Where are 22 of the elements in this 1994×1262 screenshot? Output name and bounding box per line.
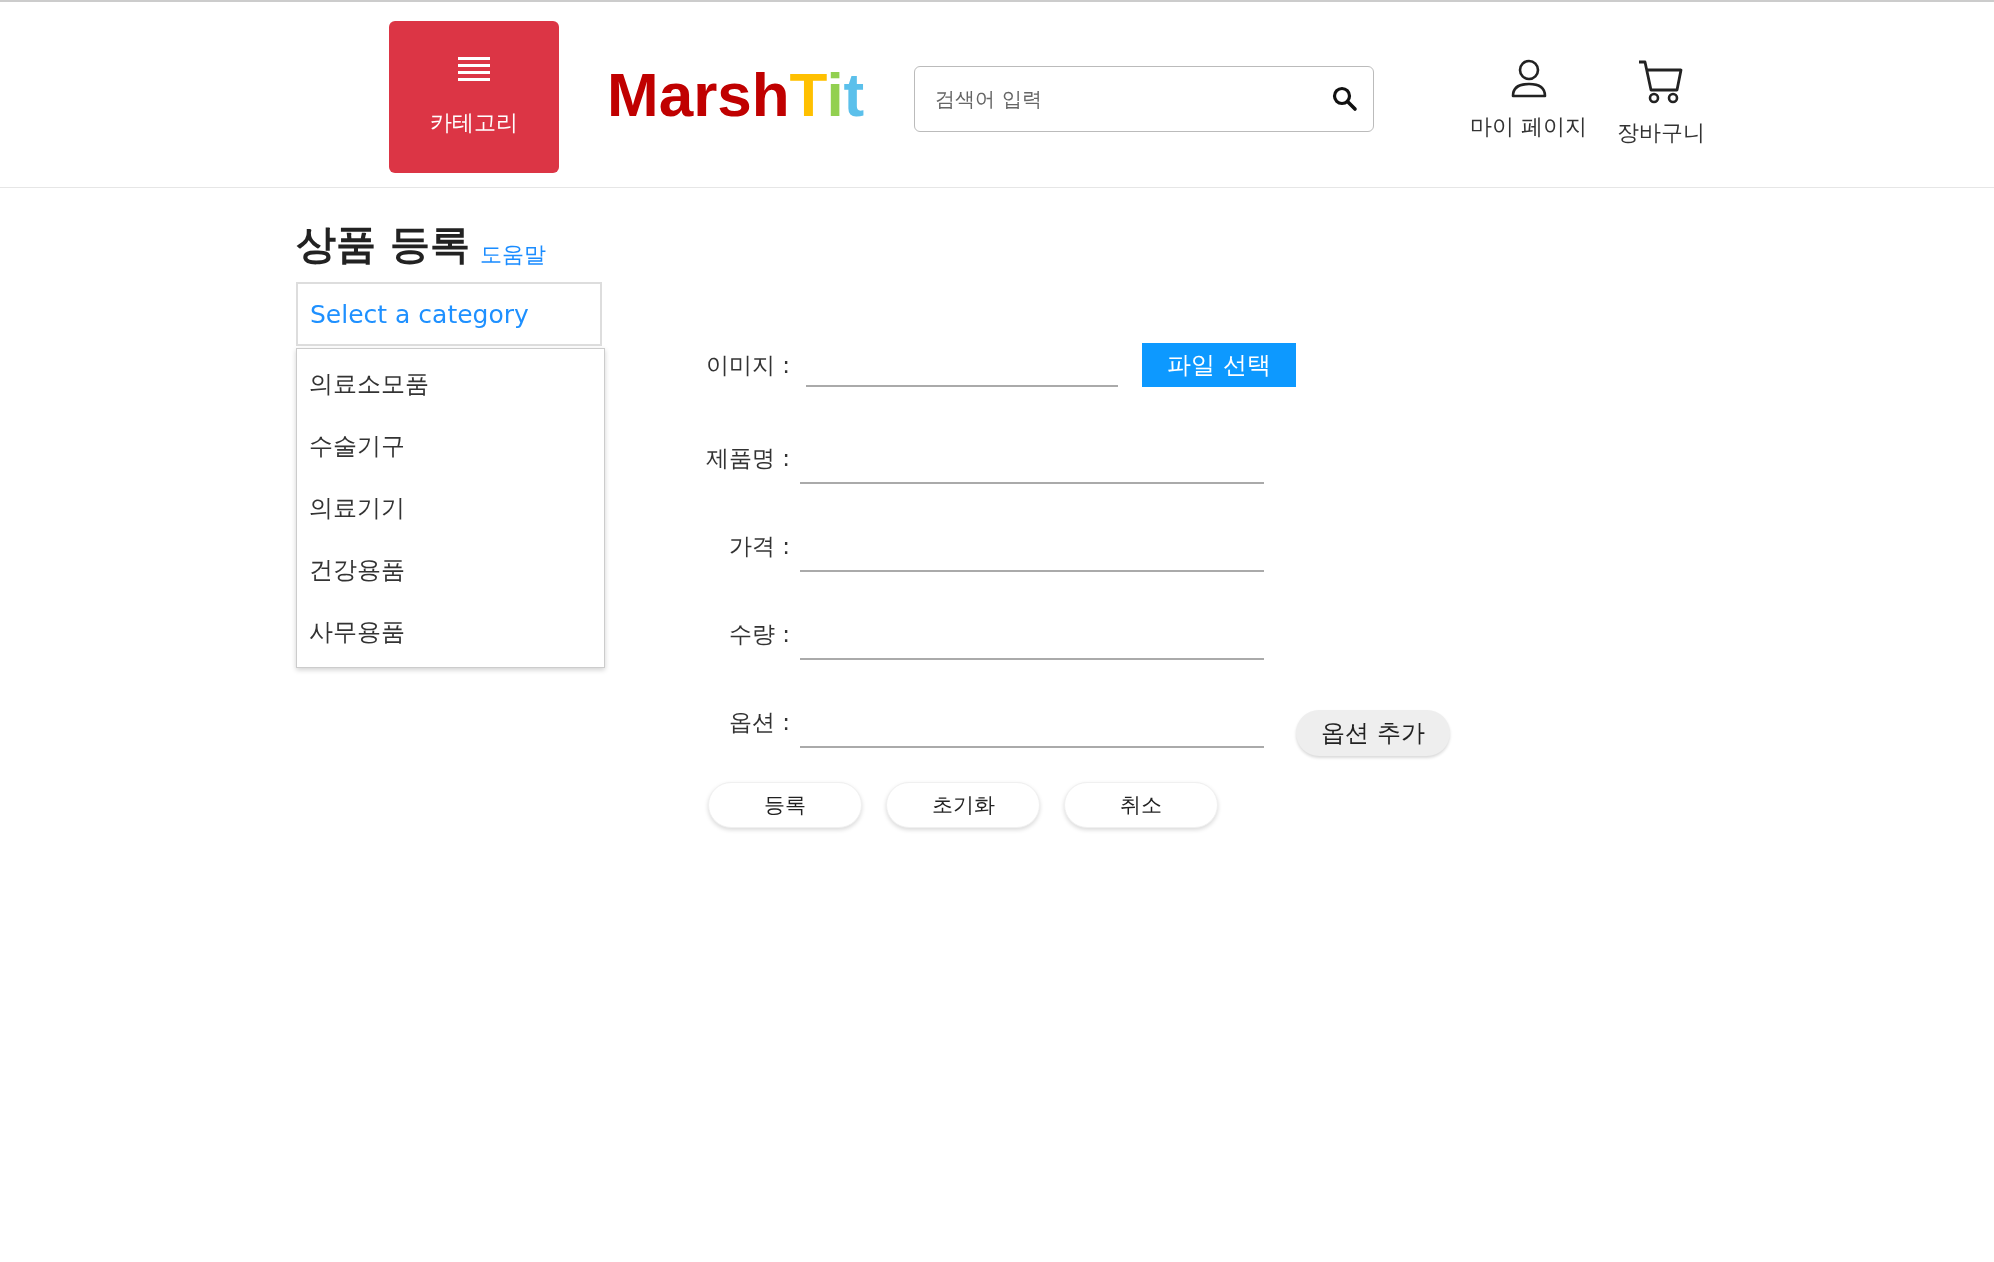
category-option[interactable]: 사무용품 xyxy=(297,601,604,663)
category-button[interactable]: 카테고리 xyxy=(389,20,559,173)
add-option-button[interactable]: 옵션 추가 xyxy=(1296,710,1450,756)
search-icon[interactable] xyxy=(1332,85,1359,112)
category-option[interactable]: 수술기구 xyxy=(297,415,604,477)
field-label: 가격 : xyxy=(727,532,790,561)
category-option[interactable]: 의료기기 xyxy=(297,477,604,539)
field-label: 이미지 : xyxy=(704,350,790,380)
search-field[interactable]: 검색어 입력 xyxy=(914,65,1375,132)
action-button[interactable]: 취소 xyxy=(1064,782,1218,828)
my-page-link[interactable]: 마이 페이지 xyxy=(1470,57,1588,148)
action-button[interactable]: 초기화 xyxy=(886,782,1040,828)
page-title: 상품 등록 xyxy=(296,220,470,269)
field-label: 제품명 : xyxy=(704,444,790,473)
cart-link[interactable]: 장바구니 xyxy=(1617,57,1706,148)
field-label: 수량 : xyxy=(727,620,790,649)
category-option[interactable]: 의료소모품 xyxy=(297,353,604,415)
action-button[interactable]: 등록 xyxy=(708,782,862,828)
logo-text[interactable]: MarshTit xyxy=(607,59,865,130)
menu-icon xyxy=(458,55,490,82)
field-label: 옵션 : xyxy=(727,708,790,737)
category-option[interactable]: 건강용품 xyxy=(297,539,604,601)
